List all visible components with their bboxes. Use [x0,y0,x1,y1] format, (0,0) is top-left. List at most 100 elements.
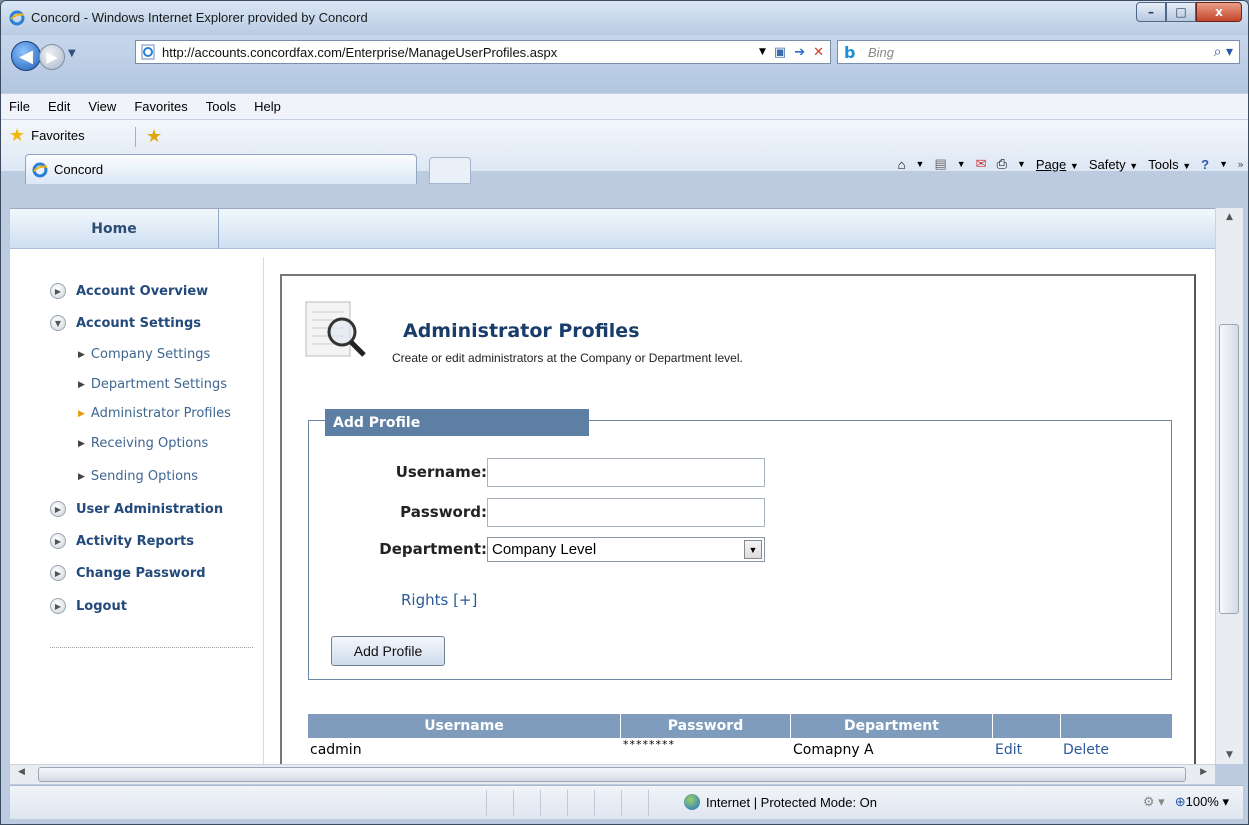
recent-pages-dropdown-icon[interactable]: ▼ [68,48,76,59]
scroll-right-icon[interactable]: ▶ [1200,767,1207,777]
delete-link[interactable]: Delete [1061,738,1172,762]
favorites-separator [135,127,136,147]
menu-bar: File Edit View Favorites Tools Help [1,93,1248,119]
favorites-bar: ★ Favorites ★ Concord ⌂ ▼ ▤ ▼ ✉ ⎙ ▼ Page ▼ … [1,119,1248,184]
page-viewport: Home ▶ Account Overview ▼ Account Settin… [10,208,1232,764]
department-label: Department: [379,540,487,558]
collapse-arrow-icon: ▼ [50,315,66,331]
password-input[interactable] [487,498,765,527]
search-placeholder[interactable]: Bing [868,45,1214,60]
address-bar[interactable]: http://accounts.concordfax.com/Enterpris… [135,40,831,64]
department-select[interactable]: Company Level ▼ [487,537,765,562]
sidebar-subitem-label: Receiving Options [90,436,209,451]
command-bar: ⌂ ▼ ▤ ▼ ✉ ⎙ ▼ Page ▼ Safety ▼ Tools ▼ ? ▼ [898,156,1228,172]
sidebar-subitem-receiving-options[interactable]: ▶ Receiving Options [78,436,208,451]
department-selected-value: Company Level [492,541,597,558]
search-icon[interactable]: ⌕ ▾ [1214,44,1233,60]
address-dropdown-icon[interactable]: ▼ [759,47,766,57]
edit-link[interactable]: Edit [993,738,1061,762]
username-input[interactable] [487,458,765,487]
more-commands-chevron-icon[interactable]: » [1237,158,1244,171]
print-dropdown-icon[interactable]: ▼ [1017,159,1026,169]
bullet-triangle-icon: ▶ [78,349,85,360]
sidebar-subitem-company-settings[interactable]: ▶ Company Settings [78,347,210,362]
vertical-scrollbar[interactable]: ▲ ▼ [1215,208,1243,764]
go-arrow-icon[interactable]: ➔ [794,45,805,60]
sidebar-item-user-administration[interactable]: ▶ User Administration [50,501,223,517]
zoom-icon: ⊕ [1174,794,1186,809]
horizontal-scroll-thumb[interactable] [38,767,1186,782]
read-mail-icon[interactable]: ✉ [976,156,987,172]
compatibility-view-icon[interactable]: ▣ [774,45,786,60]
add-profile-button[interactable]: Add Profile [331,636,445,666]
stop-icon[interactable]: ✕ [813,45,824,60]
scroll-down-icon[interactable]: ▼ [1216,746,1243,764]
close-button[interactable]: x [1196,2,1242,22]
sidebar-item-label: User Administration [76,501,224,517]
scroll-left-icon[interactable]: ◀ [18,767,25,777]
tab-concord[interactable]: Concord [25,154,417,184]
sidebar-subitem-label: Company Settings [90,347,211,362]
menu-view[interactable]: View [88,99,116,114]
menu-edit[interactable]: Edit [48,99,70,114]
search-box[interactable]: b Bing ⌕ ▾ [837,40,1240,64]
status-separators [486,790,675,816]
column-header-password: Password [621,714,791,738]
sidebar-item-logout[interactable]: ▶ Logout [50,598,127,614]
sidebar-subitem-administrator-profiles[interactable]: ▶ Administrator Profiles [78,406,231,421]
tools-menu-label: Tools [1148,156,1179,172]
home-dropdown-icon[interactable]: ▼ [916,159,925,169]
window-controls: – □ x [1136,2,1242,22]
security-zone[interactable]: Internet | Protected Mode: On [684,794,877,810]
vertical-scroll-thumb[interactable] [1219,324,1239,614]
select-dropdown-icon[interactable]: ▼ [744,540,762,559]
bing-logo-icon: b [844,43,856,62]
sidebar-subitem-department-settings[interactable]: ▶ Department Settings [78,377,227,392]
feeds-icon[interactable]: ▤ [934,156,946,172]
maximize-button[interactable]: □ [1166,2,1196,22]
forward-button[interactable]: ▶ [39,44,65,70]
tools-menu[interactable]: Tools ▼ [1148,157,1191,172]
minimize-button[interactable]: – [1136,2,1166,22]
feeds-dropdown-icon[interactable]: ▼ [957,159,966,169]
menu-tools[interactable]: Tools [206,99,236,114]
sidebar-item-change-password[interactable]: ▶ Change Password [50,565,206,581]
horizontal-scrollbar[interactable]: ◀ ▶ [10,764,1215,784]
page-icon [141,44,155,60]
menu-help[interactable]: Help [254,99,281,114]
add-to-favorites-bar-icon[interactable]: ★ [146,126,162,147]
home-icon[interactable]: ⌂ [898,157,906,172]
new-tab-button[interactable] [429,157,471,184]
tab-label: Concord [54,162,104,177]
address-url[interactable]: http://accounts.concordfax.com/Enterpris… [162,45,759,60]
favorites-label: Favorites [31,127,85,143]
back-button[interactable]: ◀ [11,41,41,71]
menu-file[interactable]: File [9,99,30,114]
sidebar-subitem-sending-options[interactable]: ▶ Sending Options [78,469,198,484]
page-menu-label: Page [1035,156,1067,172]
sidebar-item-activity-reports[interactable]: ▶ Activity Reports [50,533,194,549]
sidebar-item-label: Account Settings [76,315,202,331]
bullet-triangle-icon: ▶ [78,438,85,449]
help-dropdown-icon[interactable]: ▼ [1219,159,1228,169]
cell-username: cadmin [310,742,362,758]
sidebar: ▶ Account Overview ▼ Account Settings ▶ … [10,257,264,764]
window-title: Concord - Windows Internet Explorer prov… [31,10,368,25]
rights-toggle-link[interactable]: Rights [+] [401,591,477,609]
safety-menu[interactable]: Safety ▼ [1089,157,1138,172]
home-nav-tab[interactable]: Home [10,209,219,249]
print-icon[interactable]: ⎙ [997,156,1007,172]
sidebar-subitem-label: Department Settings [90,377,228,392]
zoom-level: 100% [1185,794,1219,809]
change-zoom-settings-icon[interactable]: ⚙ ▾ [1143,794,1165,810]
sidebar-item-account-overview[interactable]: ▶ Account Overview [50,283,208,299]
address-row: ◀ ▶ ▼ http://accounts.concordfax.com/Ent… [1,35,1248,93]
help-icon[interactable]: ? [1201,157,1209,172]
page-menu[interactable]: Page ▼ [1036,157,1079,172]
scroll-up-icon[interactable]: ▲ [1216,208,1243,226]
favorites-button[interactable]: ★ Favorites [9,126,85,144]
internet-globe-icon [684,794,700,810]
menu-favorites[interactable]: Favorites [134,99,187,114]
zoom-control[interactable]: ⊕100% ▾ [1175,794,1229,810]
sidebar-item-account-settings[interactable]: ▼ Account Settings [50,315,201,331]
